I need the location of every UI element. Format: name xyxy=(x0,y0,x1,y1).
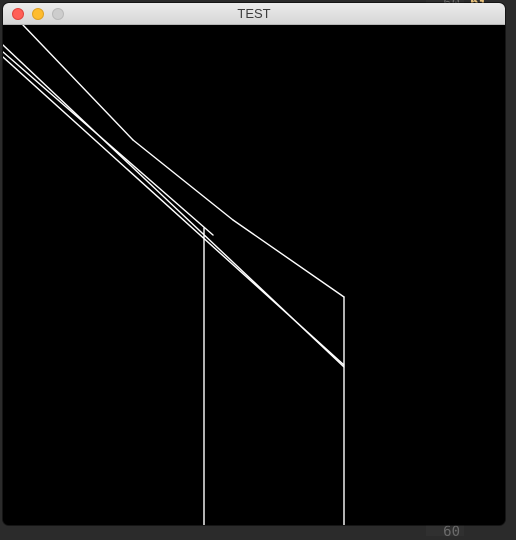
line-number: 60 xyxy=(443,524,460,540)
drawing-canvas[interactable] xyxy=(3,25,505,525)
diagonal-line xyxy=(232,219,345,298)
diagonal-line xyxy=(22,25,134,141)
diagonal-line xyxy=(3,51,214,236)
diagonal-line xyxy=(3,56,345,366)
line-drawing xyxy=(3,25,345,525)
app-window: TEST xyxy=(3,3,505,525)
window-title: TEST xyxy=(237,6,271,21)
editor-line: 60 xyxy=(430,524,470,540)
title-bar[interactable]: TEST xyxy=(3,3,505,25)
